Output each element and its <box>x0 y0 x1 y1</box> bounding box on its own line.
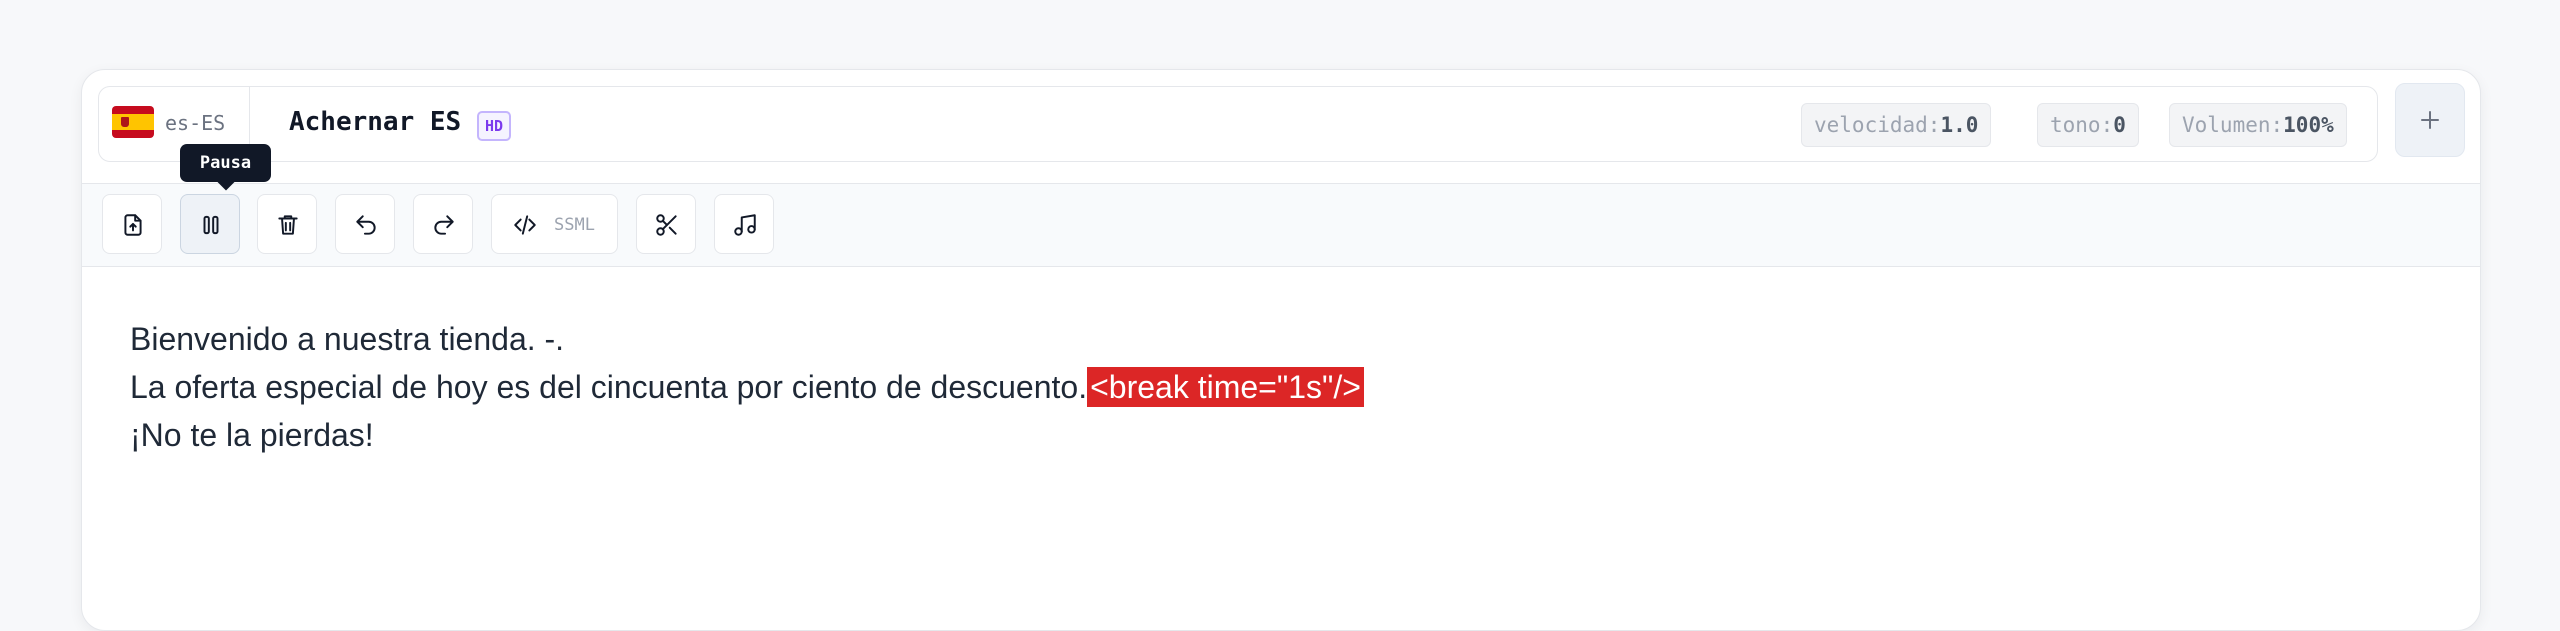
upload-button[interactable] <box>102 194 162 254</box>
music-note-icon <box>734 214 756 236</box>
pause-icon <box>203 215 219 235</box>
pitch-value: 0 <box>2113 113 2126 137</box>
tts-editor-card: es-ES Achernar ES HD velocidad:1.0 tono:… <box>81 69 2481 631</box>
scissors-icon <box>656 214 677 236</box>
undo-icon <box>356 215 376 235</box>
trash-icon <box>278 215 298 235</box>
spain-flag-icon <box>112 106 154 138</box>
ssml-button[interactable]: SSML <box>491 194 618 254</box>
code-icon <box>514 215 536 235</box>
pause-button[interactable] <box>180 194 240 254</box>
undo-button[interactable] <box>335 194 395 254</box>
speed-value: 1.0 <box>1940 113 1979 137</box>
cut-button[interactable] <box>636 194 696 254</box>
editor-line-2: La oferta especial de hoy es del cincuen… <box>130 363 2440 411</box>
locale-code: es-ES <box>165 111 226 135</box>
hd-badge: HD <box>477 111 512 141</box>
voice-selector[interactable]: es-ES Achernar ES HD velocidad:1.0 tono:… <box>98 86 2378 162</box>
pitch-param[interactable]: tono:0 <box>2037 103 2139 147</box>
editor-line-3: ¡No te la pierdas! <box>130 417 374 453</box>
file-upload-icon <box>124 214 142 236</box>
volume-value: 100% <box>2283 113 2334 137</box>
speed-param[interactable]: velocidad:1.0 <box>1801 103 1992 147</box>
volume-param[interactable]: Volumen:100% <box>2169 103 2347 147</box>
delete-button[interactable] <box>257 194 317 254</box>
toolbar: SSML <box>82 183 2480 267</box>
redo-button[interactable] <box>413 194 473 254</box>
music-button[interactable] <box>714 194 774 254</box>
add-button[interactable] <box>2395 83 2465 157</box>
break-tag[interactable]: <break time="1s"/> <box>1087 367 1364 407</box>
ssml-text-editor[interactable]: Bienvenido a nuestra tienda. -. La ofert… <box>130 315 2440 459</box>
ssml-label: SSML <box>554 215 595 235</box>
editor-line-2-text: La oferta especial de hoy es del cincuen… <box>130 369 1088 405</box>
pause-tooltip: Pausa <box>180 144 271 182</box>
editor-line-1: Bienvenido a nuestra tienda. -. <box>130 321 565 357</box>
speed-label: velocidad: <box>1814 113 1941 137</box>
pitch-label: tono: <box>2050 113 2114 137</box>
plus-icon <box>2421 111 2439 129</box>
volume-label: Volumen: <box>2182 113 2284 137</box>
redo-icon <box>434 215 454 235</box>
voice-name: Achernar ES <box>289 107 462 137</box>
header: es-ES Achernar ES HD velocidad:1.0 tono:… <box>82 70 2480 183</box>
